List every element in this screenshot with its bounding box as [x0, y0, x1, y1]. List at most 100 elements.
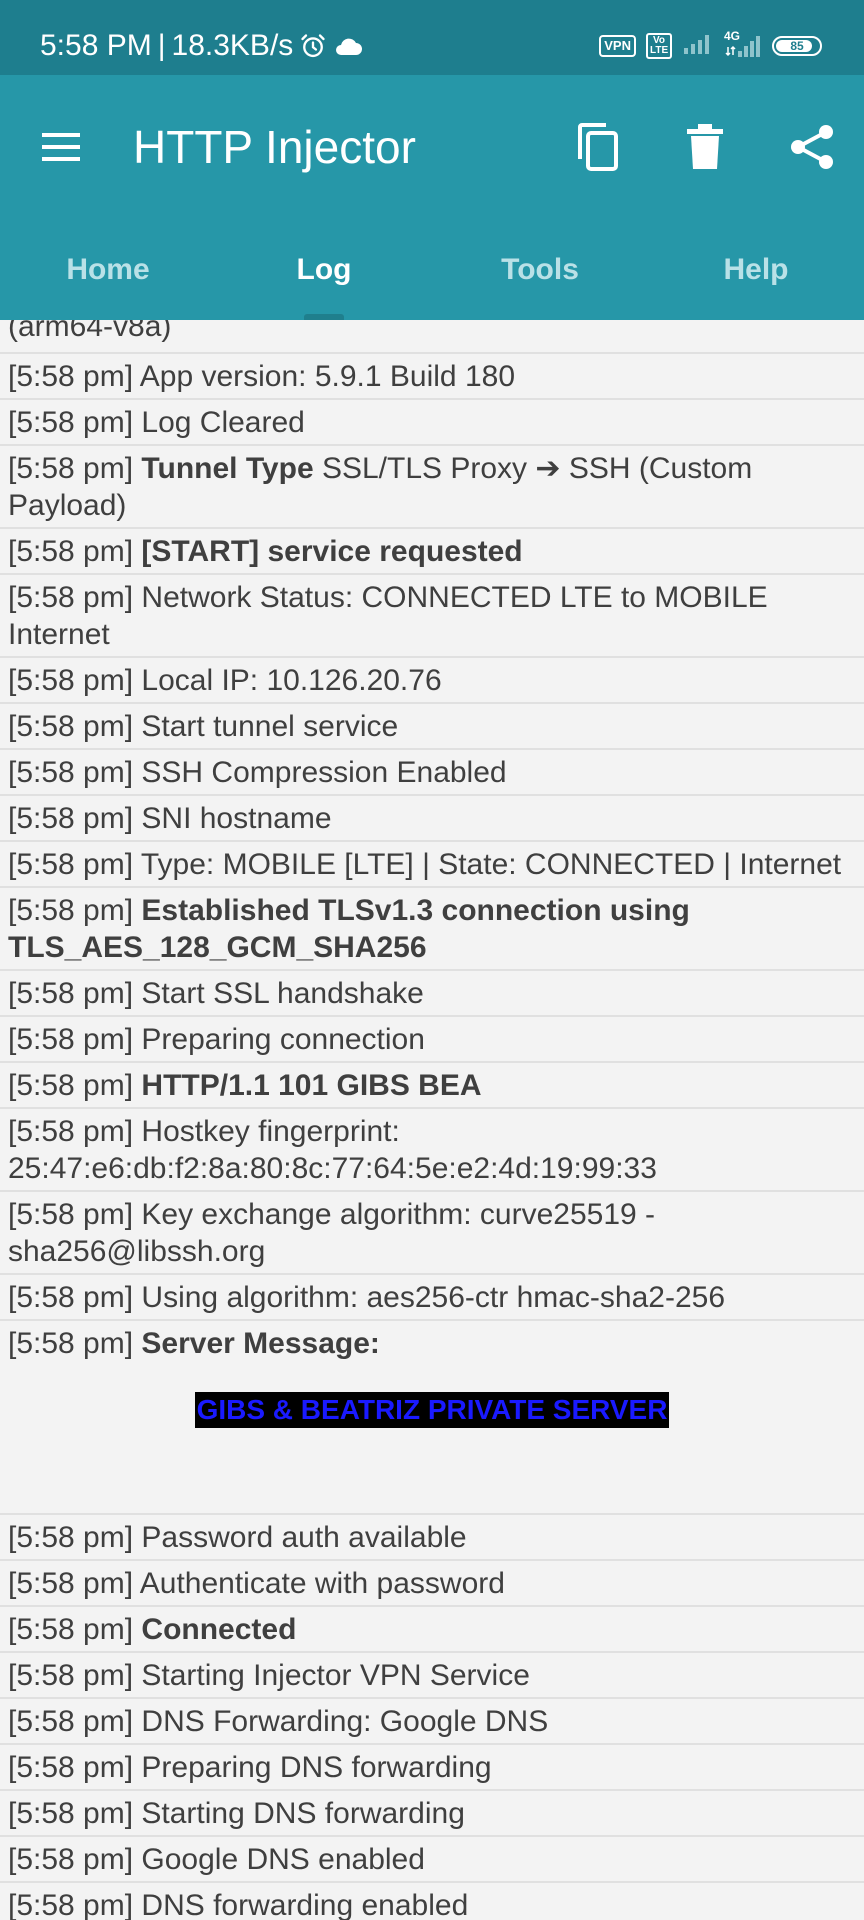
- log-entry: [5:58 pm] Start tunnel service: [0, 704, 864, 750]
- log-timestamp: [5:58 pm]: [8, 802, 142, 835]
- status-right: VPN Vo LTE 4G 85: [599, 29, 822, 59]
- log-entry: [5:58 pm] Established TLSv1.3 connection…: [0, 888, 864, 971]
- log-timestamp: [5:58 pm]: [8, 1797, 142, 1830]
- log-message: Connected: [141, 1613, 297, 1646]
- log-entry: [5:58 pm] Hostkey fingerprint: 25:47:e6:…: [0, 1109, 864, 1192]
- log-list: (arm64-v8a) [5:58 pm] App version: 5.9.1…: [0, 320, 864, 1920]
- log-timestamp: [5:58 pm]: [8, 1115, 142, 1148]
- tab-home-label: Home: [66, 253, 150, 286]
- log-entry: [5:58 pm] Google DNS enabled: [0, 1837, 864, 1883]
- log-entry: [5:58 pm] Preparing DNS forwarding: [0, 1745, 864, 1791]
- log-area[interactable]: (arm64-v8a) [5:58 pm] App version: 5.9.1…: [0, 320, 864, 1920]
- log-timestamp: [5:58 pm]: [8, 1281, 142, 1314]
- log-message: DNS forwarding enabled: [141, 1889, 469, 1920]
- log-message: Starting DNS forwarding: [141, 1797, 465, 1830]
- tab-help[interactable]: Help: [648, 235, 864, 320]
- log-timestamp: [5:58 pm]: [8, 1889, 142, 1920]
- status-time: 5:58 PM: [40, 29, 152, 62]
- log-timestamp: [5:58 pm]: [8, 1327, 142, 1360]
- volte-line2: LTE: [650, 44, 669, 56]
- log-entry-partial: (arm64-v8a): [0, 320, 864, 354]
- log-entry: [5:58 pm] SNI hostname: [0, 796, 864, 842]
- log-entry: [5:58 pm] Type: MOBILE [LTE] | State: CO…: [0, 842, 864, 888]
- app-bar: HTTP Injector Home Log Tools Help: [0, 75, 864, 320]
- alarm-icon: [299, 32, 327, 60]
- status-separator: |: [157, 29, 166, 62]
- log-message-label: Tunnel Type: [141, 452, 314, 485]
- log-entry: [5:58 pm] HTTP/1.1 101 GIBS BEA: [0, 1063, 864, 1109]
- log-message: Preparing DNS forwarding: [141, 1751, 492, 1784]
- log-entry: [5:58 pm] Authenticate with password: [0, 1561, 864, 1607]
- log-entry: [5:58 pm] Starting Injector VPN Service: [0, 1653, 864, 1699]
- log-entry: [5:58 pm] Key exchange algorithm: curve2…: [0, 1192, 864, 1275]
- log-entry: [5:58 pm] Using algorithm: aes256-ctr hm…: [0, 1275, 864, 1321]
- network-signal-4g: 4G: [724, 29, 762, 59]
- log-message: Server Message:: [141, 1327, 380, 1360]
- log-timestamp: [5:58 pm]: [8, 664, 142, 697]
- log-message: Local IP: 10.126.20.76: [141, 664, 442, 697]
- log-entry: [5:58 pm] Log Cleared: [0, 400, 864, 446]
- log-entry: [5:58 pm] [START] service requested: [0, 529, 864, 575]
- tab-log[interactable]: Log: [216, 235, 432, 320]
- log-entry: [5:58 pm] Local IP: 10.126.20.76: [0, 658, 864, 704]
- log-entry: [5:58 pm] Preparing connection: [0, 1017, 864, 1063]
- log-timestamp: [5:58 pm]: [8, 1705, 142, 1738]
- delete-icon[interactable]: [677, 119, 733, 175]
- log-timestamp: [5:58 pm]: [8, 1521, 142, 1554]
- log-entry: [5:58 pm] DNS Forwarding: Google DNS: [0, 1699, 864, 1745]
- hamburger-menu-icon[interactable]: [40, 127, 84, 167]
- battery-icon: 85: [772, 35, 822, 56]
- log-message: Using algorithm: aes256-ctr hmac-sha2-25…: [141, 1281, 726, 1314]
- log-entry: [5:58 pm] App version: 5.9.1 Build 180: [0, 354, 864, 400]
- log-timestamp: [5:58 pm]: [8, 1069, 142, 1102]
- log-timestamp: [5:58 pm]: [8, 360, 140, 393]
- log-timestamp: [5:58 pm]: [8, 1198, 142, 1231]
- copy-icon[interactable]: [570, 119, 626, 175]
- log-entry: [5:58 pm] Start SSL handshake: [0, 971, 864, 1017]
- log-message: DNS Forwarding: Google DNS: [141, 1705, 549, 1738]
- log-entry: [5:58 pm] Password auth available: [0, 1515, 864, 1561]
- share-icon[interactable]: [784, 119, 840, 175]
- log-message: Preparing connection: [141, 1023, 425, 1056]
- log-timestamp: [5:58 pm]: [8, 535, 142, 568]
- log-entry: [5:58 pm] DNS forwarding enabled: [0, 1883, 864, 1920]
- tab-tools[interactable]: Tools: [432, 235, 648, 320]
- log-message: Start tunnel service: [141, 710, 399, 743]
- log-message: HTTP/1.1 101 GIBS BEA: [141, 1069, 482, 1102]
- log-timestamp: [5:58 pm]: [8, 452, 142, 485]
- log-timestamp: [5:58 pm]: [8, 406, 142, 439]
- tab-tools-label: Tools: [501, 253, 579, 286]
- log-partial-text: (arm64-v8a): [8, 320, 172, 343]
- log-timestamp: [5:58 pm]: [8, 1659, 142, 1692]
- log-timestamp: [5:58 pm]: [8, 1843, 142, 1876]
- tab-home[interactable]: Home: [0, 235, 216, 320]
- log-entry: [5:58 pm] Starting DNS forwarding: [0, 1791, 864, 1837]
- log-timestamp: [5:58 pm]: [8, 894, 142, 927]
- log-message: App version: 5.9.1 Build 180: [139, 360, 515, 393]
- log-message: SSH Compression Enabled: [141, 756, 507, 789]
- log-entry: [5:58 pm] Server Message: GIBS & BEATRIZ …: [0, 1321, 864, 1515]
- log-message: SNI hostname: [141, 802, 332, 835]
- log-message: Log Cleared: [141, 406, 305, 439]
- vpn-badge: VPN: [599, 34, 636, 57]
- log-message: Starting Injector VPN Service: [141, 1659, 530, 1692]
- tab-help-label: Help: [723, 253, 789, 286]
- status-left: 5:58 PM | 18.3KB/s: [40, 26, 363, 66]
- log-message: Google DNS enabled: [141, 1843, 425, 1876]
- log-entry: [5:58 pm] Network Status: CONNECTED LTE …: [0, 575, 864, 658]
- battery-level: 85: [790, 38, 804, 53]
- status-speed: 18.3KB/s: [171, 29, 294, 62]
- log-entry: [5:58 pm] Tunnel Type SSL/TLS Proxy ➔ SS…: [0, 446, 864, 529]
- log-timestamp: [5:58 pm]: [8, 756, 142, 789]
- volte-badge: Vo LTE: [646, 32, 672, 59]
- app-title: HTTP Injector: [133, 121, 416, 173]
- log-timestamp: [5:58 pm]: [8, 977, 142, 1010]
- log-message: [START] service requested: [141, 535, 523, 568]
- server-message-container: GIBS & BEATRIZ PRIVATE SERVER: [8, 1362, 856, 1510]
- signal-icon: [682, 32, 714, 59]
- log-message: Password auth available: [141, 1521, 467, 1554]
- log-timestamp: [5:58 pm]: [8, 848, 141, 881]
- tab-log-label: Log: [296, 253, 352, 286]
- cloud-icon: [333, 35, 363, 57]
- log-timestamp: [5:58 pm]: [8, 1023, 142, 1056]
